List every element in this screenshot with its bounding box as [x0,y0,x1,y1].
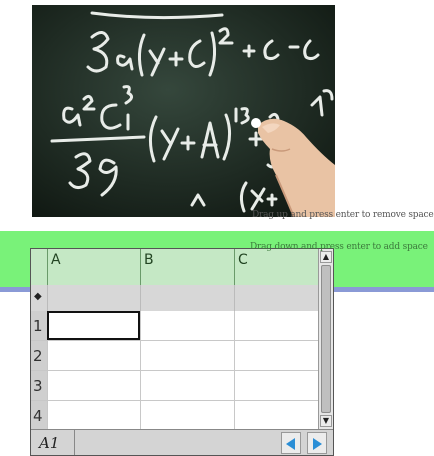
cell-b2[interactable] [140,341,234,370]
cell-c4[interactable] [234,401,318,430]
next-button[interactable] [307,432,327,454]
cell-b4[interactable] [140,401,234,430]
formula-cell-b[interactable] [140,285,234,311]
cell-b1[interactable] [140,311,234,340]
triangle-down-icon[interactable]: ▼ [320,415,332,427]
column-header-a[interactable]: A [47,249,140,285]
header-corner [31,249,47,285]
chalkboard-photo [32,5,335,217]
cell-a3[interactable] [47,371,140,400]
cell-c3[interactable] [234,371,318,400]
scrollbar-thumb[interactable] [321,265,331,413]
previous-button[interactable] [281,432,301,454]
formula-row-marker: ◆ [34,291,42,302]
cell-b3[interactable] [140,371,234,400]
remove-space-hint: Drag up and press enter to remove space [252,210,434,220]
column-header-c[interactable]: C [234,249,318,285]
cell-a4[interactable] [47,401,140,430]
cell-c1[interactable] [234,311,318,340]
selected-cell-reference: A1 [31,430,75,455]
formula-row: ◆ [31,285,318,312]
cell-c2[interactable] [234,341,318,370]
triangle-left-icon [286,438,295,450]
table-row: 1 [31,311,318,341]
cell-a1[interactable] [47,311,140,340]
table-row: 3 [31,371,318,401]
vertical-scrollbar[interactable]: ▲ ▼ [318,249,333,429]
column-header-b[interactable]: B [140,249,234,285]
triangle-up-icon[interactable]: ▲ [320,251,332,263]
table-row: 4 [31,401,318,431]
table-row: 2 [31,341,318,371]
row-header[interactable]: 4 [31,401,47,430]
row-header[interactable]: 1 [31,311,47,340]
sheet-status-bar: A1 [31,429,333,455]
row-header[interactable]: 3 [31,371,47,400]
row-header[interactable]: 2 [31,341,47,370]
add-space-hint: Drag down and press enter to add space [250,242,428,252]
triangle-right-icon [313,438,322,450]
formula-cell-a[interactable] [47,285,140,311]
cell-a2[interactable] [47,341,140,370]
formula-cell-c[interactable] [234,285,318,311]
spreadsheet[interactable]: A B C ◆ 1 2 3 4 ▲ ▼ A1 [30,248,334,456]
column-header-row: A B C [31,249,318,285]
